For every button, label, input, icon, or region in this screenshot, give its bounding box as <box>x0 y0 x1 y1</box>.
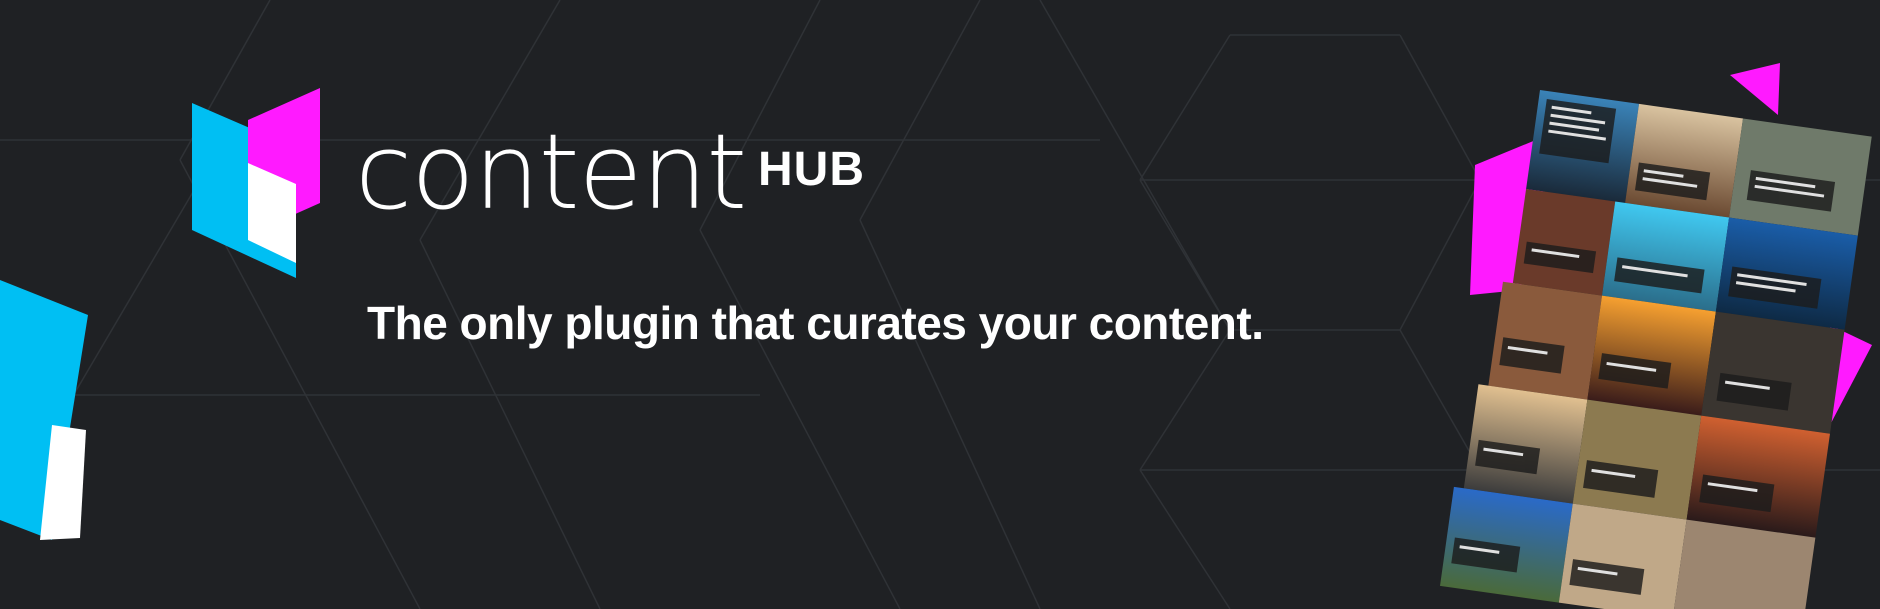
city-photo-collage <box>1440 63 1872 609</box>
left-decorative-shape <box>0 280 88 540</box>
brand-wordmark: content <box>355 111 747 233</box>
tagline: The only plugin that curates your conten… <box>367 297 1264 349</box>
brand-superscript: HUB <box>758 143 865 196</box>
content-hub-logo-icon <box>192 88 320 278</box>
